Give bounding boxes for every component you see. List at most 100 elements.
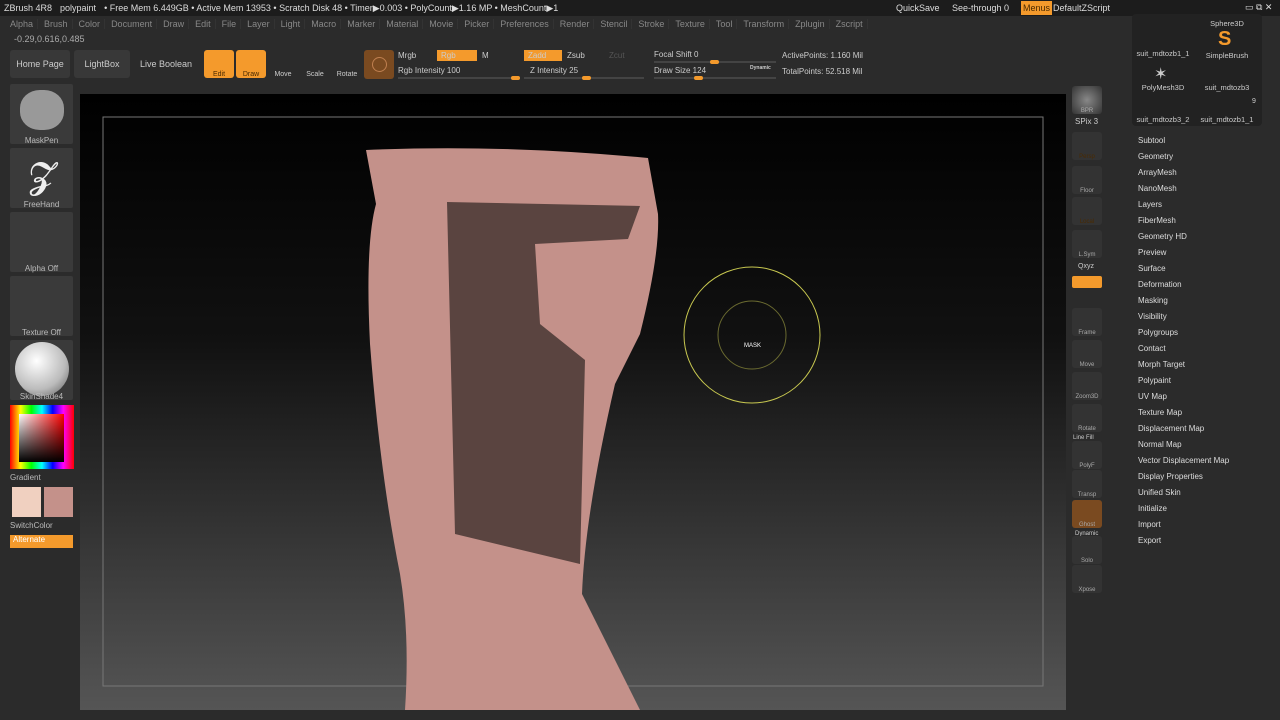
transp-button[interactable]: Transp	[1072, 470, 1102, 498]
tool-menu-item[interactable]: Preview	[1138, 248, 1166, 257]
tool-menu-item[interactable]: Subtool	[1138, 136, 1165, 145]
menu-macro[interactable]: Macro	[307, 19, 342, 29]
lsym-button[interactable]: L.Sym	[1072, 230, 1102, 258]
tool-menu-item[interactable]: Masking	[1138, 296, 1168, 305]
stroke-thumbnail[interactable]: 𝓩	[10, 148, 73, 208]
tool-menu-item[interactable]: Display Properties	[1138, 472, 1203, 481]
brush-thumbnail[interactable]	[10, 84, 73, 144]
rgb-button[interactable]: Rgb	[437, 50, 477, 61]
bpr-button[interactable]: BPR	[1072, 86, 1102, 114]
menu-render[interactable]: Render	[556, 19, 595, 29]
menu-marker[interactable]: Marker	[343, 19, 381, 29]
tool-menu-item[interactable]: Contact	[1138, 344, 1166, 353]
tool-menu-item[interactable]: Polypaint	[1138, 376, 1171, 385]
tool-menu-item[interactable]: Texture Map	[1138, 408, 1182, 417]
y-axis-button[interactable]	[1072, 276, 1102, 288]
spix-slider[interactable]: SPix 3	[1075, 117, 1098, 126]
tool-menu-item[interactable]: Normal Map	[1138, 440, 1182, 449]
menu-alpha[interactable]: Alpha	[6, 19, 39, 29]
rotate-view-button[interactable]: Rotate	[1072, 404, 1102, 432]
tool-menu-item[interactable]: Initialize	[1138, 504, 1167, 513]
tool-menu-item[interactable]: Surface	[1138, 264, 1166, 273]
tool-menu-item[interactable]: UV Map	[1138, 392, 1167, 401]
ghost-button[interactable]: Ghost	[1072, 500, 1102, 528]
tool-menu-item[interactable]: Geometry	[1138, 152, 1173, 161]
tool-menu-item[interactable]: Deformation	[1138, 280, 1182, 289]
menu-brush[interactable]: Brush	[40, 19, 73, 29]
tool-menu-item[interactable]: Polygroups	[1138, 328, 1178, 337]
tool-menu-item[interactable]: Layers	[1138, 200, 1162, 209]
quicksave-button[interactable]: QuickSave	[896, 3, 940, 13]
tool-menu-item[interactable]: Unified Skin	[1138, 488, 1181, 497]
menu-edit[interactable]: Edit	[191, 19, 216, 29]
menu-stroke[interactable]: Stroke	[634, 19, 670, 29]
zoom3d-button[interactable]: Zoom3D	[1072, 372, 1102, 400]
zadd-button[interactable]: Zadd	[524, 50, 562, 61]
edit-button[interactable]: Edit	[204, 50, 234, 78]
see-through-slider[interactable]: See-through 0	[952, 3, 1009, 13]
local-button[interactable]: Local	[1072, 197, 1102, 225]
texture-thumbnail[interactable]	[10, 276, 73, 336]
draw-size-slider[interactable]	[654, 76, 776, 80]
color-picker[interactable]	[10, 405, 74, 469]
draw-button[interactable]: Draw	[236, 50, 266, 78]
menu-preferences[interactable]: Preferences	[496, 19, 554, 29]
tool-menu-item[interactable]: Vector Displacement Map	[1138, 456, 1229, 465]
tool-menu-item[interactable]: Export	[1138, 536, 1161, 545]
tool-item[interactable]: suit_mdtozb1_1	[1132, 49, 1194, 58]
menu-material[interactable]: Material	[382, 19, 424, 29]
tool-item[interactable]: suit_mdtozb3	[1196, 83, 1258, 92]
lightbox-button[interactable]: LightBox	[74, 50, 130, 78]
menu-texture[interactable]: Texture	[671, 19, 710, 29]
zsub-button[interactable]: Zsub	[567, 51, 585, 60]
menu-tool[interactable]: Tool	[712, 19, 738, 29]
frame-button[interactable]: Frame	[1072, 308, 1102, 336]
tool-item[interactable]: SimpleBrush	[1196, 51, 1258, 60]
floor-button[interactable]: Floor	[1072, 166, 1102, 194]
menu-document[interactable]: Document	[107, 19, 158, 29]
tool-item[interactable]: suit_mdtozb1_1	[1196, 115, 1258, 124]
menu-layer[interactable]: Layer	[243, 19, 275, 29]
tool-menu-item[interactable]: Visibility	[1138, 312, 1167, 321]
zcut-button[interactable]: Zcut	[609, 51, 625, 60]
mrgb-button[interactable]: Mrgb	[398, 51, 416, 60]
switchcolor-button[interactable]: SwitchColor	[10, 521, 73, 530]
tool-menu-item[interactable]: Displacement Map	[1138, 424, 1204, 433]
secondary-color-swatch[interactable]	[44, 487, 73, 517]
persp-button[interactable]: Persp	[1072, 132, 1102, 160]
menu-movie[interactable]: Movie	[425, 19, 459, 29]
canvas-viewport[interactable]: MASK	[80, 94, 1066, 710]
menu-zscript[interactable]: Zscript	[832, 19, 868, 29]
dynamic-toggle[interactable]: Dynamic	[750, 65, 771, 71]
menus-toggle[interactable]: Menus	[1021, 1, 1053, 15]
z-intensity-slider[interactable]	[524, 76, 644, 80]
material-thumbnail[interactable]	[10, 340, 73, 400]
focal-shift-slider[interactable]	[654, 60, 776, 64]
alternate-button[interactable]: Alternate	[10, 535, 73, 548]
menu-transform[interactable]: Transform	[739, 19, 790, 29]
menu-stencil[interactable]: Stencil	[596, 19, 633, 29]
window-controls[interactable]: ▭ ⧉ ✕	[1245, 2, 1272, 13]
move-view-button[interactable]: Move	[1072, 340, 1102, 368]
home-page-button[interactable]: Home Page	[10, 50, 70, 78]
polyf-button[interactable]: PolyF	[1072, 441, 1102, 469]
default-zscript-button[interactable]: DefaultZScript	[1053, 3, 1110, 13]
solo-button[interactable]: Solo	[1072, 536, 1102, 564]
main-color-swatch[interactable]	[12, 487, 41, 517]
tool-item[interactable]: Sphere3D	[1196, 19, 1258, 28]
menu-picker[interactable]: Picker	[460, 19, 495, 29]
xpose-button[interactable]: Xpose	[1072, 565, 1102, 593]
xyz-button[interactable]: Qxyz	[1078, 263, 1094, 270]
tool-menu-item[interactable]: ArrayMesh	[1138, 168, 1177, 177]
tool-menu-item[interactable]: FiberMesh	[1138, 216, 1176, 225]
tool-item[interactable]: PolyMesh3D	[1132, 83, 1194, 92]
move-button[interactable]: Move	[268, 50, 298, 78]
menu-light[interactable]: Light	[277, 19, 306, 29]
rotate-button[interactable]: Rotate	[332, 50, 362, 78]
tool-item[interactable]: suit_mdtozb3_2	[1132, 115, 1194, 124]
rgb-intensity-slider[interactable]	[398, 76, 520, 80]
tool-menu-item[interactable]: NanoMesh	[1138, 184, 1177, 193]
menu-file[interactable]: File	[218, 19, 242, 29]
menu-zplugin[interactable]: Zplugin	[791, 19, 830, 29]
menu-draw[interactable]: Draw	[159, 19, 190, 29]
